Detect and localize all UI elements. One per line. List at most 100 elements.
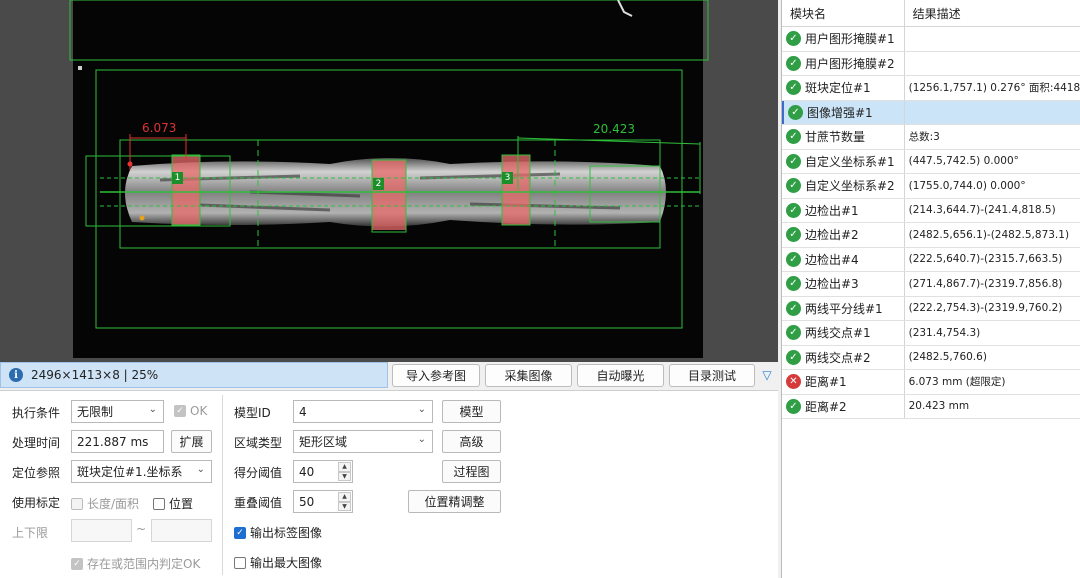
- stepper-down-icon[interactable]: ▼: [338, 471, 351, 481]
- result-description: (1256.1,757.1) 0.276° 面积:4418: [908, 82, 1080, 95]
- table-row[interactable]: ✓ 自定义坐标系#1 (447.5,742.5) 0.000°: [782, 149, 1080, 174]
- chevron-down-icon[interactable]: ▽: [758, 368, 776, 382]
- image-info-text: 2496×1413×8 | 25%: [31, 368, 159, 382]
- module-cell: ✓ 斑块定位#1: [782, 76, 905, 100]
- module-name: 斑块定位#1: [805, 81, 871, 96]
- expand-button[interactable]: 扩展: [171, 430, 212, 453]
- table-row[interactable]: ✓ 自定义坐标系#2 (1755.0,744.0) 0.000°: [782, 174, 1080, 199]
- module-name: 图像增强#1: [807, 105, 873, 120]
- process-time-field: 221.887 ms: [71, 430, 164, 453]
- length-area-checkbox[interactable]: 长度/面积: [71, 495, 139, 512]
- position-fine-adjust-button[interactable]: 位置精调整: [408, 490, 501, 513]
- column-header-module[interactable]: 模块名: [782, 0, 905, 26]
- table-row[interactable]: ✓ 边检出#3 (271.4,867.7)-(2319.7,856.8): [782, 272, 1080, 297]
- chevron-down-icon: ⌄: [417, 404, 426, 415]
- table-row[interactable]: ✓ 斑块定位#1 (1256.1,757.1) 0.276° 面积:4418: [782, 76, 1080, 101]
- blob-label-3: 3: [502, 172, 513, 184]
- image-viewer[interactable]: 6.073 20.423 1 2 3: [0, 0, 778, 362]
- in-range-ok-label: 存在或范围内判定OK: [87, 557, 201, 571]
- output-max-image-checkbox[interactable]: 输出最大图像: [234, 554, 322, 571]
- result-description: (2482.5,656.1)-(2482.5,873.1): [908, 228, 1070, 241]
- table-row[interactable]: ✓ 两线交点#2 (2482.5,760.6): [782, 345, 1080, 370]
- table-row[interactable]: ✓ 边检出#4 (222.5,640.7)-(2315.7,663.5): [782, 247, 1080, 272]
- ok-checkbox[interactable]: ✓ OK: [174, 404, 207, 418]
- status-ok-icon: ✓: [786, 227, 801, 243]
- overlap-threshold-input[interactable]: 50 ▲ ▼: [293, 490, 353, 513]
- model-id-label: 模型ID: [234, 406, 271, 420]
- position-checkbox[interactable]: 位置: [153, 495, 193, 512]
- module-cell: ✓ 两线交点#1: [782, 321, 905, 345]
- range-upper-input[interactable]: [151, 519, 212, 542]
- column-header-description[interactable]: 结果描述: [905, 0, 1080, 26]
- capture-image-button[interactable]: 采集图像: [485, 364, 572, 387]
- table-row[interactable]: ✓ 距离#2 20.423 mm: [782, 394, 1080, 419]
- score-threshold-input[interactable]: 40 ▲ ▼: [293, 460, 353, 483]
- inspection-image[interactable]: [0, 0, 778, 362]
- status-ok-icon: ✓: [786, 55, 801, 71]
- module-cell: ✓ 甘蔗节数量: [782, 125, 905, 149]
- table-row[interactable]: ✕ 距离#1 6.073 mm (超限定): [782, 370, 1080, 395]
- table-row[interactable]: ✓ 边检出#2 (2482.5,656.1)-(2482.5,873.1): [782, 223, 1080, 248]
- stepper-down-icon[interactable]: ▼: [338, 501, 351, 511]
- overlap-stepper[interactable]: ▲ ▼: [338, 492, 351, 511]
- stepper-up-icon[interactable]: ▲: [338, 462, 351, 472]
- module-cell: ✓ 边检出#3: [782, 272, 905, 296]
- chevron-down-icon: ⌄: [417, 434, 426, 445]
- position-ref-select[interactable]: 斑块定位#1.坐标系 ⌄: [71, 460, 212, 483]
- module-name: 边检出#1: [805, 203, 859, 218]
- import-reference-button[interactable]: 导入参考图: [392, 364, 480, 387]
- table-row[interactable]: ✓ 甘蔗节数量 总数:3: [782, 125, 1080, 150]
- module-cell: ✓ 边检出#1: [782, 198, 905, 222]
- range-lower-input[interactable]: [71, 519, 132, 542]
- position-checkbox-label: 位置: [169, 497, 194, 511]
- status-ok-icon: ✓: [786, 153, 801, 169]
- module-name: 两线交点#1: [805, 326, 871, 341]
- process-time-label: 处理时间: [12, 436, 61, 450]
- status-ok-icon: ✓: [786, 300, 801, 316]
- table-row[interactable]: ✓ 边检出#1 (214.3,644.7)-(241.4,818.5): [782, 198, 1080, 223]
- result-description: 总数:3: [908, 131, 940, 144]
- module-name: 用户图形掩膜#2: [805, 56, 895, 71]
- table-row[interactable]: ✓ 两线交点#1 (231.4,754.3): [782, 321, 1080, 346]
- checkbox-icon: [153, 497, 165, 510]
- region-type-select[interactable]: 矩形区域 ⌄: [293, 430, 433, 453]
- module-cell: ✓ 图像增强#1: [782, 100, 905, 124]
- table-row[interactable]: ✓ 两线平分线#1 (222.2,754.3)-(2319.9,760.2): [782, 296, 1080, 321]
- model-button[interactable]: 模型: [442, 400, 501, 423]
- model-id-value: 4: [299, 404, 307, 419]
- use-calibration-label: 使用标定: [12, 496, 61, 510]
- status-ok-icon: ✓: [788, 104, 803, 120]
- advanced-button[interactable]: 高级: [442, 430, 501, 453]
- exec-condition-select[interactable]: 无限制 ⌄: [71, 400, 164, 423]
- directory-test-button[interactable]: 目录测试: [669, 364, 755, 387]
- score-threshold-label: 得分阈值: [234, 466, 283, 480]
- result-description: (271.4,867.7)-(2319.7,856.8): [908, 277, 1063, 290]
- range-separator: ~: [136, 522, 147, 536]
- checkbox-icon: ✓: [71, 557, 83, 570]
- module-cell: ✓ 用户图形掩膜#2: [782, 51, 905, 75]
- output-label-image-checkbox[interactable]: ✓ 输出标签图像: [234, 524, 322, 541]
- table-row[interactable]: ✓ 用户图形掩膜#2: [782, 51, 1080, 76]
- exec-condition-value: 无限制: [77, 405, 114, 419]
- in-range-ok-checkbox[interactable]: ✓ 存在或范围内判定OK: [71, 555, 200, 572]
- result-description: (447.5,742.5) 0.000°: [908, 155, 1019, 168]
- auto-exposure-button[interactable]: 自动曝光: [577, 364, 664, 387]
- chevron-down-icon: ⌄: [196, 464, 205, 475]
- process-image-button[interactable]: 过程图: [442, 460, 501, 483]
- module-name: 距离#2: [805, 399, 847, 414]
- position-ref-label: 定位参照: [12, 466, 61, 480]
- score-stepper[interactable]: ▲ ▼: [338, 462, 351, 481]
- module-cell: ✓ 边检出#2: [782, 223, 905, 247]
- module-cell: ✓ 两线交点#2: [782, 345, 905, 369]
- model-id-select[interactable]: 4 ⌄: [293, 400, 433, 423]
- ok-checkbox-label: OK: [190, 404, 208, 418]
- module-cell: ✓ 自定义坐标系#2: [782, 174, 905, 198]
- result-description: [905, 101, 1080, 125]
- table-row[interactable]: ✓ 图像增强#1: [782, 100, 1080, 125]
- table-row[interactable]: ✓ 用户图形掩膜#1: [782, 27, 1080, 52]
- module-name: 边检出#2: [805, 228, 859, 243]
- status-ok-icon: ✓: [786, 80, 801, 96]
- stepper-up-icon[interactable]: ▲: [338, 492, 351, 502]
- result-description: (214.3,644.7)-(241.4,818.5): [908, 204, 1056, 217]
- module-cell: ✓ 边检出#4: [782, 247, 905, 271]
